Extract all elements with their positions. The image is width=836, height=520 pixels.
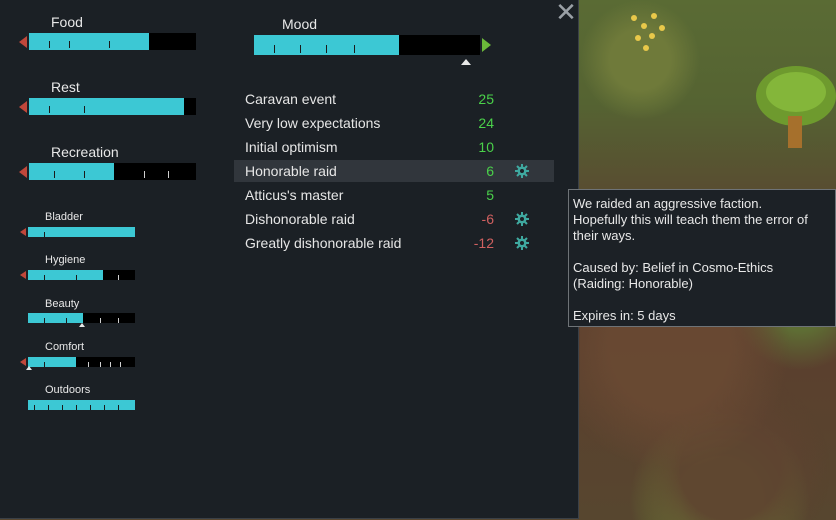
- thought-value: -6: [481, 211, 494, 227]
- tooltip-line: (Raiding: Honorable): [573, 276, 693, 291]
- need-bar-fill: [28, 270, 103, 280]
- thought-value: 10: [478, 139, 494, 155]
- need-bar-fill: [28, 313, 83, 323]
- tooltip-line: Expires in: 5 days: [573, 308, 676, 323]
- thought-label: Atticus's master: [245, 187, 344, 203]
- need-bar: [29, 163, 196, 180]
- thought-value: 25: [478, 91, 494, 107]
- close-button[interactable]: ✕: [555, 0, 577, 26]
- mood-label: Mood: [282, 16, 318, 32]
- thought-label: Dishonorable raid: [245, 211, 355, 227]
- thought-row[interactable]: Caravan event 25: [234, 88, 554, 110]
- need-bar-fill: [29, 163, 115, 180]
- threshold-marker-icon: [26, 366, 32, 370]
- thought-label: Initial optimism: [245, 139, 338, 155]
- decreasing-arrow-icon: [20, 228, 26, 236]
- decreasing-arrow-icon: [19, 36, 27, 48]
- tree-icon: [756, 66, 836, 148]
- thought-row[interactable]: Very low expectations 24: [234, 112, 554, 134]
- thought-label: Honorable raid: [245, 163, 337, 179]
- mood-target-marker-icon: [461, 59, 471, 65]
- need-bar: [28, 313, 135, 323]
- flowers-icon: [631, 13, 665, 51]
- thought-label: Caravan event: [245, 91, 337, 107]
- decreasing-arrow-icon: [20, 271, 26, 279]
- need-bar-fill: [28, 357, 77, 367]
- decreasing-arrow-icon: [19, 101, 27, 113]
- tooltip-line: Hopefully this will teach them the error…: [573, 212, 808, 227]
- need-label: Comfort: [45, 341, 85, 353]
- thought-value: 24: [478, 115, 494, 131]
- need-bar: [29, 33, 196, 50]
- thought-row-highlighted[interactable]: Honorable raid 6: [234, 160, 554, 182]
- need-label: Beauty: [45, 298, 80, 310]
- need-label: Food: [51, 14, 83, 30]
- decreasing-arrow-icon: [20, 358, 26, 366]
- need-bar: [29, 98, 196, 115]
- need-bar: [28, 227, 135, 237]
- thought-value: -12: [473, 235, 494, 251]
- need-bar: [28, 400, 135, 410]
- mood-bar: [254, 35, 480, 55]
- need-label: Bladder: [45, 211, 83, 223]
- thought-row[interactable]: Dishonorable raid -6: [234, 208, 554, 230]
- thought-value: 6: [486, 163, 494, 179]
- threshold-marker-icon: [79, 323, 85, 327]
- need-label: Rest: [51, 79, 80, 95]
- tooltip-line: Caused by: Belief in Cosmo-Ethics: [573, 260, 774, 275]
- thought-tooltip: We raided an aggressive faction. Hopeful…: [568, 189, 836, 327]
- thought-value: 5: [486, 187, 494, 203]
- thought-row[interactable]: Initial optimism 10: [234, 136, 554, 158]
- need-label: Outdoors: [45, 384, 91, 396]
- need-bar-fill: [29, 33, 150, 50]
- thought-label: Greatly dishonorable raid: [245, 235, 402, 251]
- tooltip-line: their ways.: [573, 228, 636, 243]
- thought-row[interactable]: Atticus's master 5: [234, 184, 554, 206]
- ideology-gear-icon: [515, 164, 529, 178]
- need-bar: [28, 357, 135, 367]
- need-label: Hygiene: [45, 254, 86, 266]
- need-label: Recreation: [51, 144, 119, 160]
- ideology-gear-icon: [515, 212, 529, 226]
- decreasing-arrow-icon: [19, 166, 27, 178]
- need-bar-fill: [29, 98, 185, 115]
- thought-label: Very low expectations: [245, 115, 381, 131]
- ideology-gear-icon: [515, 236, 529, 250]
- needs-panel: ✕ Food Rest Recreation Bladder Hygiene B…: [0, 0, 579, 519]
- need-bar: [28, 270, 135, 280]
- tooltip-line: We raided an aggressive faction.: [573, 196, 763, 211]
- increasing-arrow-icon: [482, 38, 491, 52]
- thought-row[interactable]: Greatly dishonorable raid -12: [234, 232, 554, 254]
